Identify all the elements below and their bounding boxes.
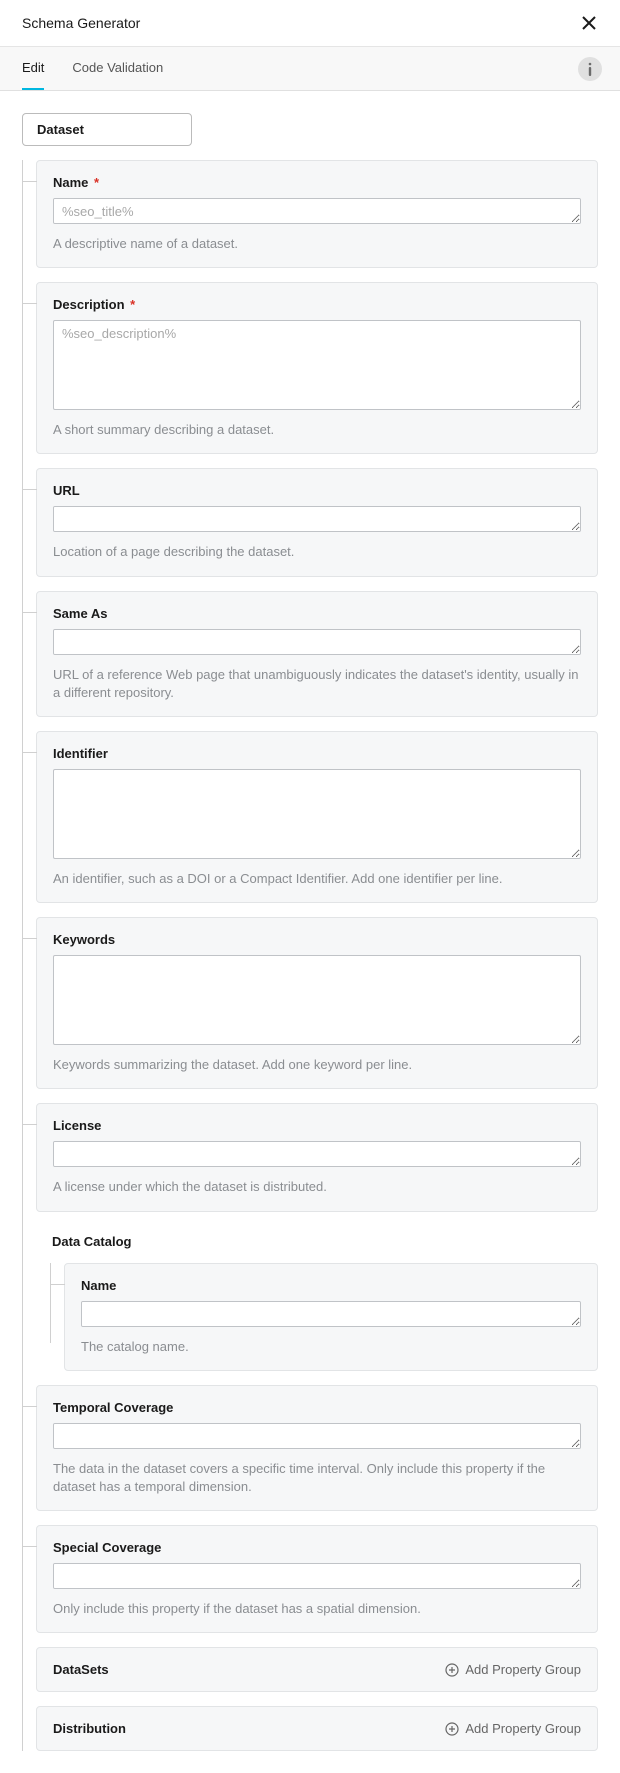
field-help-spatial: Only include this property if the datase… — [53, 1600, 581, 1618]
name-input[interactable] — [53, 198, 581, 224]
tab-code-validation[interactable]: Code Validation — [72, 47, 163, 90]
spatial-input[interactable] — [53, 1563, 581, 1589]
field-label-keywords: Keywords — [53, 932, 581, 947]
field-help-identifier: An identifier, such as a DOI or a Compac… — [53, 870, 581, 888]
description-input[interactable] — [53, 320, 581, 410]
tree-connector-line — [22, 160, 23, 1751]
field-help-temporal: The data in the dataset covers a specifi… — [53, 1460, 581, 1496]
field-label-identifier: Identifier — [53, 746, 581, 761]
field-label-name: Name * — [53, 175, 581, 190]
field-help-url: Location of a page describing the datase… — [53, 543, 581, 561]
group-distribution-title: Distribution — [53, 1721, 126, 1736]
section-data-catalog: Data Catalog — [52, 1234, 598, 1249]
field-label-description: Description * — [53, 297, 581, 312]
same-as-input[interactable] — [53, 629, 581, 655]
catalog-name-input[interactable] — [81, 1301, 581, 1327]
field-help-description: A short summary describing a dataset. — [53, 421, 581, 439]
add-property-group-datasets[interactable]: Add Property Group — [445, 1662, 581, 1677]
field-label-catalog-name: Name — [81, 1278, 581, 1293]
group-datasets-title: DataSets — [53, 1662, 109, 1677]
url-input[interactable] — [53, 506, 581, 532]
keywords-input[interactable] — [53, 955, 581, 1045]
info-button[interactable] — [578, 57, 602, 81]
field-help-same-as: URL of a reference Web page that unambig… — [53, 666, 581, 702]
field-help-license: A license under which the dataset is dis… — [53, 1178, 581, 1196]
field-help-catalog-name: The catalog name. — [81, 1338, 581, 1356]
schema-root-dataset[interactable]: Dataset — [22, 113, 192, 146]
close-button[interactable] — [580, 14, 598, 32]
page-title: Schema Generator — [22, 15, 140, 31]
plus-circle-icon — [445, 1663, 459, 1677]
license-input[interactable] — [53, 1141, 581, 1167]
field-help-name: A descriptive name of a dataset. — [53, 235, 581, 253]
field-label-spatial: Special Coverage — [53, 1540, 581, 1555]
field-help-keywords: Keywords summarizing the dataset. Add on… — [53, 1056, 581, 1074]
temporal-input[interactable] — [53, 1423, 581, 1449]
info-icon — [588, 62, 592, 76]
add-property-group-distribution[interactable]: Add Property Group — [445, 1721, 581, 1736]
tab-edit[interactable]: Edit — [22, 47, 44, 90]
field-label-temporal: Temporal Coverage — [53, 1400, 581, 1415]
plus-circle-icon — [445, 1722, 459, 1736]
field-label-license: License — [53, 1118, 581, 1133]
field-label-same-as: Same As — [53, 606, 581, 621]
close-icon — [581, 15, 597, 31]
field-label-url: URL — [53, 483, 581, 498]
tree-connector-nested — [50, 1263, 51, 1343]
identifier-input[interactable] — [53, 769, 581, 859]
